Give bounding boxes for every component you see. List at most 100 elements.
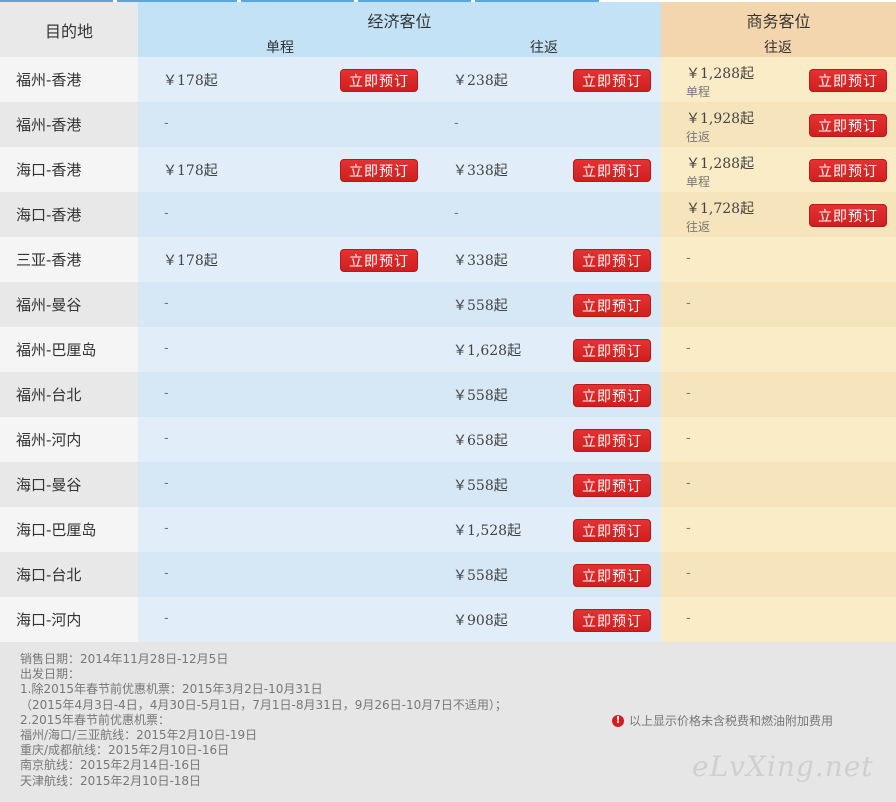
- book-now-button[interactable]: 立即预订: [573, 474, 651, 497]
- route-name: 海口-河内: [0, 597, 138, 642]
- note-line: 1.除2015年春节前优惠机票：2015年3月2日-10月31日: [20, 682, 323, 697]
- business-cell: -: [661, 417, 896, 462]
- note-line: 天津航线：2015年2月10日-18日: [20, 773, 202, 788]
- book-now-button[interactable]: 立即预订: [573, 69, 651, 92]
- note-line: 2.2015年春节前优惠机票：: [20, 712, 170, 727]
- book-now-button[interactable]: 立即预订: [573, 609, 651, 632]
- economy-round-trip-price: ￥238起: [453, 73, 508, 89]
- business-cell: -: [661, 552, 896, 597]
- book-now-button[interactable]: 立即预订: [573, 159, 651, 182]
- economy-cell: - ￥558起 立即预订: [138, 462, 661, 507]
- economy-one-way-unavailable: -: [164, 296, 169, 311]
- economy-title: 经济客位: [367, 12, 432, 31]
- business-trip-type: 单程: [686, 175, 711, 189]
- destination-header: 目的地: [0, 2, 138, 57]
- economy-round-trip-price: ￥558起: [453, 298, 508, 314]
- table-row: 三亚-香港 ￥178起 立即预订 ￥338起 立即预订 -: [0, 237, 896, 282]
- business-price: ￥1,728起: [686, 201, 755, 217]
- economy-round-trip-price: ￥658起: [453, 433, 508, 449]
- business-cell: ￥1,928起 往返 立即预订: [661, 102, 896, 147]
- book-now-button[interactable]: 立即预订: [809, 159, 887, 182]
- business-unavailable: -: [686, 341, 691, 356]
- book-now-button[interactable]: 立即预订: [340, 249, 418, 272]
- business-title: 商务客位: [746, 12, 811, 31]
- book-now-button[interactable]: 立即预订: [573, 519, 651, 542]
- business-cell: -: [661, 507, 896, 552]
- fare-table: 目的地 经济客位 单程 往返 商务客位 往返 福州-香港 ￥178起 立即预订 ￥23…: [0, 2, 896, 642]
- economy-cell: - ￥658起 立即预订: [138, 417, 661, 462]
- business-price: ￥1,288起: [686, 156, 755, 172]
- economy-cell: - ￥558起 立即预订: [138, 372, 661, 417]
- business-trip-type: 往返: [686, 130, 711, 144]
- economy-one-way-unavailable: -: [164, 476, 169, 491]
- note-line: 销售日期：2014年11月28日-12月5日: [20, 652, 229, 666]
- business-cell: -: [661, 597, 896, 642]
- footer-notes: 销售日期：2014年11月28日-12月5日 出发日期： 1.除2015年春节前优惠…: [0, 642, 896, 802]
- economy-cell: ￥178起 立即预订 ￥338起 立即预订: [138, 237, 661, 282]
- business-cell: -: [661, 282, 896, 327]
- economy-round-trip-header: 往返: [530, 40, 558, 56]
- economy-round-trip-price: ￥338起: [453, 253, 508, 269]
- business-unavailable: -: [686, 611, 691, 626]
- business-cell: ￥1,288起 单程 立即预订: [661, 57, 896, 102]
- book-now-button[interactable]: 立即预订: [340, 159, 418, 182]
- economy-cell: ￥178起 立即预订 ￥238起 立即预订: [138, 57, 661, 102]
- route-name: 福州-香港: [0, 102, 138, 147]
- business-cell: ￥1,288起 单程 立即预订: [661, 147, 896, 192]
- economy-one-way-header: 单程: [266, 40, 294, 56]
- economy-one-way-price: ￥178起: [163, 73, 218, 89]
- note-line: 重庆/成都航线：2015年2月10日-16日: [20, 743, 230, 758]
- economy-round-trip-price: ￥558起: [453, 568, 508, 584]
- book-now-button[interactable]: 立即预订: [809, 69, 887, 92]
- table-row: 福州-巴厘岛 - ￥1,628起 立即预订 -: [0, 327, 896, 372]
- book-now-button[interactable]: 立即预订: [573, 249, 651, 272]
- economy-cell: - ￥1,528起 立即预订: [138, 507, 661, 552]
- business-cell: ￥1,728起 往返 立即预订: [661, 192, 896, 237]
- business-trip-type: 单程: [686, 85, 711, 99]
- table-row: 海口-台北 - ￥558起 立即预订 -: [0, 552, 896, 597]
- economy-one-way-price: ￥178起: [163, 163, 218, 179]
- book-now-button[interactable]: 立即预订: [573, 339, 651, 362]
- route-name: 三亚-香港: [0, 237, 138, 282]
- business-cell: -: [661, 237, 896, 282]
- route-name: 海口-巴厘岛: [0, 507, 138, 552]
- economy-cell: - ￥558起 立即预订: [138, 282, 661, 327]
- book-now-button[interactable]: 立即预订: [573, 294, 651, 317]
- economy-round-trip-price: ￥558起: [453, 478, 508, 494]
- sale-notes: 销售日期：2014年11月28日-12月5日 出发日期： 1.除2015年春节前优惠…: [20, 652, 507, 789]
- economy-one-way-unavailable: -: [164, 386, 169, 401]
- business-unavailable: -: [686, 251, 691, 266]
- note-line: 出发日期：: [20, 667, 81, 682]
- economy-one-way-unavailable: -: [164, 341, 169, 356]
- book-now-button[interactable]: 立即预订: [573, 564, 651, 587]
- table-header: 目的地 经济客位 单程 往返 商务客位 往返: [0, 2, 896, 57]
- warning-icon: !: [612, 714, 624, 727]
- book-now-button[interactable]: 立即预订: [573, 429, 651, 452]
- note-line: 南京航线：2015年2月14日-16日: [20, 758, 202, 773]
- business-unavailable: -: [686, 296, 691, 311]
- business-cell: -: [661, 372, 896, 417]
- note-line: 福州/海口/三亚航线：2015年2月10日-19日: [20, 728, 258, 743]
- economy-one-way-unavailable: -: [164, 521, 169, 536]
- book-now-button[interactable]: 立即预订: [809, 204, 887, 227]
- book-now-button[interactable]: 立即预订: [340, 69, 418, 92]
- economy-round-trip-unavailable: -: [454, 116, 459, 131]
- book-now-button[interactable]: 立即预订: [573, 384, 651, 407]
- watermark-logo: eLvXing.net: [692, 750, 874, 783]
- table-row: 海口-香港 - - ￥1,728起 往返 立即预订: [0, 192, 896, 237]
- route-name: 福州-巴厘岛: [0, 327, 138, 372]
- table-row: 海口-曼谷 - ￥558起 立即预订 -: [0, 462, 896, 507]
- table-row: 福州-香港 - - ￥1,928起 往返 立即预订: [0, 102, 896, 147]
- business-unavailable: -: [686, 566, 691, 581]
- price-notice-text: 以上显示价格未含税费和燃油附加费用: [629, 714, 834, 728]
- business-cell: -: [661, 327, 896, 372]
- economy-cell: - ￥1,628起 立即预订: [138, 327, 661, 372]
- economy-one-way-unavailable: -: [164, 116, 169, 131]
- table-row: 海口-河内 - ￥908起 立即预订 -: [0, 597, 896, 642]
- book-now-button[interactable]: 立即预订: [809, 114, 887, 137]
- economy-cell: - ￥908起 立即预订: [138, 597, 661, 642]
- table-row: 福州-香港 ￥178起 立即预订 ￥238起 立即预订 ￥1,288起 单程 立即预订: [0, 57, 896, 102]
- economy-header: 经济客位 单程 往返: [138, 2, 661, 57]
- route-name: 福州-台北: [0, 372, 138, 417]
- route-name: 海口-香港: [0, 147, 138, 192]
